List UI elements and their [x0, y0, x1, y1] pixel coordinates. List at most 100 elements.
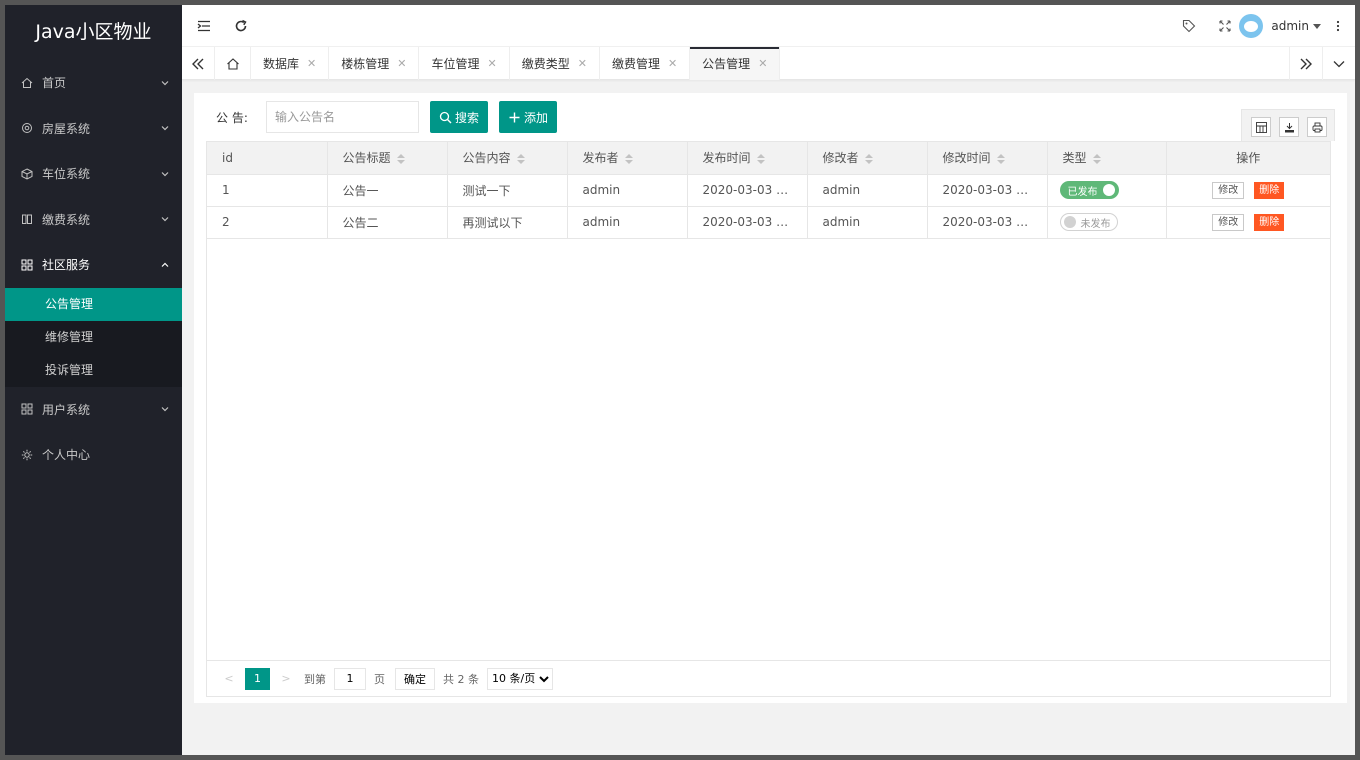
- sidebar-subitem-repair[interactable]: 维修管理: [5, 321, 182, 354]
- delete-button[interactable]: 删除: [1254, 213, 1285, 231]
- switch-label: 已发布: [1067, 186, 1098, 198]
- tab-notice[interactable]: 公告管理 ✕: [690, 47, 781, 80]
- sidebar-subitem-complaint[interactable]: 投诉管理: [5, 354, 182, 387]
- page-unit-label: 页: [374, 672, 385, 686]
- theme-button[interactable]: [1171, 5, 1207, 47]
- publish-switch[interactable]: 已发布: [1059, 181, 1119, 199]
- columns-filter-button[interactable]: [1251, 117, 1271, 137]
- export-button[interactable]: [1279, 117, 1299, 137]
- cell-id: 2: [207, 206, 328, 239]
- close-icon[interactable]: ✕: [668, 57, 677, 70]
- column-header-modifier[interactable]: 修改者: [807, 142, 928, 175]
- cell-publish-time: 2020-03-03 17:...: [687, 206, 808, 239]
- menu-toggle-button[interactable]: [186, 5, 222, 47]
- close-icon[interactable]: ✕: [487, 57, 496, 70]
- add-button-label: 添加: [524, 110, 549, 125]
- cell-publish-time: 2020-03-03 17:...: [687, 174, 808, 207]
- sort-icon[interactable]: [996, 153, 1005, 164]
- column-header-title[interactable]: 公告标题: [327, 142, 448, 175]
- sidebar-subitem-notice[interactable]: 公告管理: [5, 287, 182, 321]
- switch-knob: [1102, 184, 1115, 196]
- tab-scroll-left-button[interactable]: [182, 47, 215, 80]
- close-icon[interactable]: ✕: [307, 57, 316, 70]
- column-header-modify-time[interactable]: 修改时间: [927, 142, 1048, 175]
- table-row: 2 公告二 再测试以下 admin 2020-03-03 17:... admi…: [207, 206, 1330, 239]
- tab-fee-manage[interactable]: 缴费管理 ✕: [600, 47, 691, 80]
- sort-icon[interactable]: [624, 153, 633, 164]
- refresh-button[interactable]: [223, 5, 259, 47]
- home-icon: [226, 57, 239, 70]
- tab-building[interactable]: 楼栋管理 ✕: [329, 47, 420, 80]
- sort-icon[interactable]: [396, 153, 405, 164]
- edit-button[interactable]: 修改: [1212, 213, 1245, 231]
- column-header-publisher[interactable]: 发布者: [567, 142, 688, 175]
- table-row: 1 公告一 测试一下 admin 2020-03-03 17:... admin…: [207, 174, 1330, 207]
- sidebar: Java小区物业 首页 房屋系统 车位系统 缴费系统 社区服务 公告管理 维修管…: [5, 5, 182, 755]
- cell-title: 公告一: [327, 174, 448, 207]
- cell-publisher: admin: [567, 174, 688, 207]
- sidebar-item-housing[interactable]: 房屋系统: [5, 106, 182, 152]
- search-button-label: 搜索: [455, 110, 480, 125]
- chevron-down-icon: [161, 80, 169, 86]
- chevron-down-icon: [161, 217, 169, 222]
- more-button[interactable]: [1321, 5, 1355, 47]
- sidebar-item-home[interactable]: 首页: [5, 60, 182, 106]
- current-page[interactable]: 1: [245, 667, 270, 690]
- cell-id: 1: [207, 174, 328, 207]
- sort-icon[interactable]: [516, 153, 525, 164]
- next-page-button[interactable]: >: [276, 672, 296, 685]
- grid-icon: [1255, 121, 1267, 133]
- more-vertical-icon: [1336, 20, 1340, 32]
- column-header-actions: 操作: [1166, 142, 1330, 175]
- page-size-select[interactable]: 10 条/页: [487, 667, 553, 690]
- sidebar-item-parking[interactable]: 车位系统: [5, 151, 182, 197]
- tab-scroll-right-button[interactable]: [1289, 47, 1322, 80]
- tab-menu-button[interactable]: [1322, 47, 1355, 80]
- caret-down-icon: [1313, 23, 1321, 29]
- search-bar: 公 告: 搜索 添加: [216, 101, 558, 133]
- menu-fold-icon: [197, 20, 210, 32]
- edit-button[interactable]: 修改: [1212, 181, 1245, 199]
- prev-page-button[interactable]: <: [219, 672, 239, 685]
- print-button[interactable]: [1307, 117, 1327, 137]
- book-icon: [20, 212, 34, 226]
- goto-confirm-button[interactable]: 确定: [395, 667, 435, 690]
- search-button[interactable]: 搜索: [430, 101, 489, 133]
- chevron-down-icon: [161, 126, 169, 131]
- sort-icon[interactable]: [756, 153, 765, 164]
- apps-icon: [20, 402, 34, 416]
- sidebar-item-profile[interactable]: 个人中心: [5, 432, 182, 478]
- column-header-content[interactable]: 公告内容: [447, 142, 568, 175]
- cell-publisher: admin: [567, 206, 688, 239]
- app-window: Java小区物业 首页 房屋系统 车位系统 缴费系统 社区服务 公告管理 维修管…: [5, 5, 1355, 755]
- table-toolbar: [1241, 109, 1335, 141]
- total-count: 共 2 条: [443, 672, 479, 686]
- tab-parking[interactable]: 车位管理 ✕: [419, 47, 510, 80]
- search-input[interactable]: [266, 101, 419, 133]
- close-icon[interactable]: ✕: [758, 57, 767, 70]
- delete-button[interactable]: 删除: [1254, 181, 1285, 199]
- goto-label: 到第: [304, 672, 326, 686]
- sidebar-item-users[interactable]: 用户系统: [5, 387, 182, 433]
- close-icon[interactable]: ✕: [578, 57, 587, 70]
- sort-icon[interactable]: [1092, 153, 1101, 164]
- publish-switch[interactable]: 未发布: [1059, 213, 1118, 231]
- close-icon[interactable]: ✕: [397, 57, 406, 70]
- column-header-type[interactable]: 类型: [1047, 142, 1167, 175]
- cell-modifier: admin: [807, 206, 928, 239]
- sort-icon[interactable]: [864, 153, 873, 164]
- tab-database[interactable]: 数据库 ✕: [251, 47, 330, 80]
- user-name: admin: [1271, 19, 1309, 33]
- sidebar-item-community[interactable]: 社区服务: [5, 242, 182, 288]
- tab-fee-type[interactable]: 缴费类型 ✕: [510, 47, 600, 80]
- column-header-publish-time[interactable]: 发布时间: [687, 142, 808, 175]
- content-card: 公 告: 搜索 添加: [194, 93, 1347, 703]
- fullscreen-button[interactable]: [1207, 5, 1243, 47]
- add-button[interactable]: 添加: [499, 101, 558, 133]
- sidebar-item-label: 用户系统: [42, 402, 91, 417]
- tab-home[interactable]: [215, 47, 251, 80]
- sidebar-item-label: 房屋系统: [42, 121, 91, 136]
- goto-page-input[interactable]: [334, 667, 366, 690]
- sidebar-item-payment[interactable]: 缴费系统: [5, 197, 182, 243]
- user-menu[interactable]: admin: [1239, 5, 1321, 47]
